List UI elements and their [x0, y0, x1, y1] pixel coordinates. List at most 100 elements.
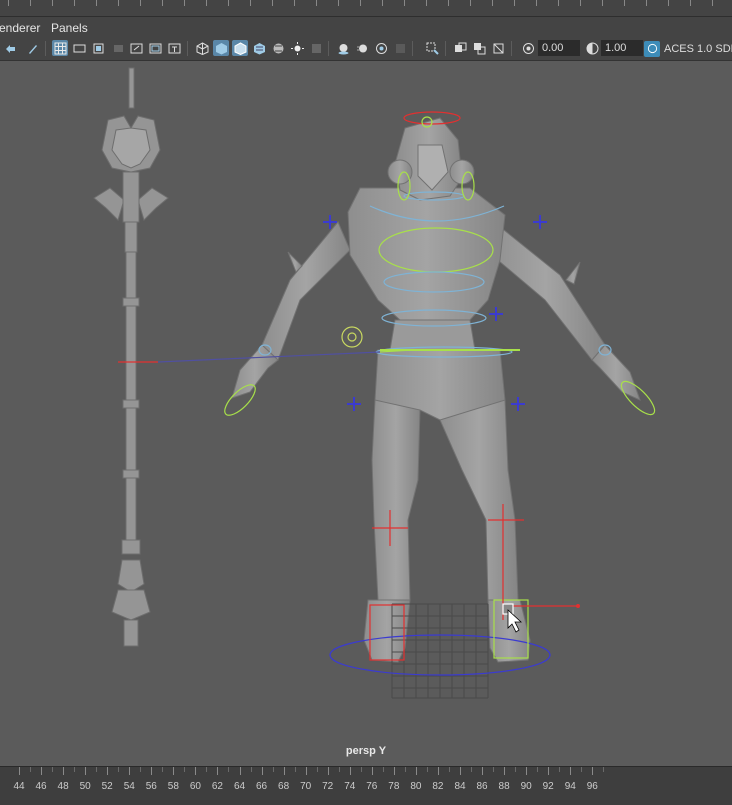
- timeline-frame-label: 70: [300, 781, 312, 792]
- top-strip-tick: [96, 0, 97, 6]
- timeline-tick: [305, 767, 307, 775]
- film-gate-icon[interactable]: [71, 40, 87, 56]
- xray-joints-icon[interactable]: [490, 40, 506, 56]
- timeline-minor-tick: [294, 767, 296, 772]
- timeline-frame-label: 62: [211, 781, 223, 792]
- timeline-tick: [327, 767, 329, 775]
- color-space-label: ACES 1.0 SDR: [664, 42, 732, 55]
- timeline-minor-tick: [382, 767, 384, 772]
- timeline-frame-label: 80: [410, 781, 422, 792]
- timeline-minor-tick: [316, 767, 318, 772]
- top-strip-tick: [536, 0, 537, 6]
- color-management-control[interactable]: ACES 1.0 SDR: [644, 40, 732, 57]
- gamma-field[interactable]: 1.00: [601, 40, 643, 56]
- timeline-frame-label: 78: [388, 781, 400, 792]
- timeline-frame-label: 92: [542, 781, 554, 792]
- timeline-minor-tick: [537, 767, 539, 772]
- timeline-minor-tick: [471, 767, 473, 772]
- timeline-frame-label: 58: [167, 781, 179, 792]
- menu-renderer[interactable]: enderer: [0, 21, 40, 35]
- top-strip-tick: [712, 0, 713, 6]
- timeline-minor-tick: [30, 767, 32, 772]
- top-strip-tick: [228, 0, 229, 6]
- timeline-minor-tick: [515, 767, 517, 772]
- top-strip-tick: [646, 0, 647, 6]
- shadows-icon[interactable]: [308, 40, 324, 56]
- top-strip-tick: [602, 0, 603, 6]
- top-strip-tick: [30, 0, 31, 6]
- top-strip-tick: [558, 0, 559, 6]
- isolate-select-icon[interactable]: [424, 40, 440, 56]
- smooth-shade-icon[interactable]: [213, 40, 229, 56]
- timeline-tick: [504, 767, 506, 775]
- top-strip-tick: [426, 0, 427, 6]
- top-strip-tick: [272, 0, 273, 6]
- timeline-minor-tick: [448, 767, 450, 772]
- ambient-occlusion-icon[interactable]: [335, 40, 351, 56]
- timeline-frame-label: 50: [79, 781, 91, 792]
- timeline-minor-tick: [52, 767, 54, 772]
- timeline-tick: [19, 767, 20, 775]
- timeline-frame-label: 60: [189, 781, 201, 792]
- timeline-tick: [173, 767, 175, 775]
- textured-icon[interactable]: [251, 40, 267, 56]
- field-chart-icon[interactable]: [128, 40, 144, 56]
- timeline-minor-tick: [493, 767, 495, 772]
- timeline-minor-tick: [404, 767, 406, 772]
- time-slider[interactable]: 44 46 48 50 52 54 56 58 60 62 64 66 68 70 72 74 76 78 80 82…: [0, 766, 732, 805]
- multisample-aa-icon[interactable]: [373, 40, 389, 56]
- timeline-minor-tick: [338, 767, 340, 772]
- gate-mask-icon[interactable]: [110, 40, 126, 56]
- checker-lights-icon[interactable]: [270, 40, 286, 56]
- timeline-tick: [548, 767, 550, 775]
- timeline-tick: [526, 767, 528, 775]
- timeline-minor-tick: [581, 767, 583, 772]
- bookmark-pencil-icon[interactable]: [24, 40, 40, 56]
- resolution-gate-icon[interactable]: [90, 40, 106, 56]
- top-strip-tick: [8, 0, 9, 6]
- timeline-tick: [151, 767, 153, 775]
- timeline-minor-tick: [74, 767, 76, 772]
- xray-icon[interactable]: [452, 40, 468, 56]
- camera-attributes-icon[interactable]: [2, 40, 18, 56]
- top-strip-tick: [74, 0, 75, 6]
- gamma-icon[interactable]: [584, 40, 600, 56]
- wireframe-on-shaded-icon[interactable]: [232, 40, 248, 56]
- top-strip-tick: [162, 0, 163, 6]
- color-management-icon[interactable]: [644, 40, 660, 57]
- timeline-minor-tick: [272, 767, 274, 772]
- wireframe-cube-icon[interactable]: [194, 40, 210, 56]
- timeline-tick: [592, 767, 594, 775]
- exposure-icon[interactable]: [520, 40, 536, 56]
- xray-active-components-icon[interactable]: [471, 40, 487, 56]
- timeline-frame-label: 44: [13, 781, 25, 792]
- top-strip-tick: [448, 0, 449, 6]
- timeline-minor-tick: [360, 767, 362, 772]
- safe-action-icon[interactable]: [147, 40, 163, 56]
- top-strip-tick: [294, 0, 295, 6]
- top-strip-tick: [668, 0, 669, 6]
- grid-toggle-icon[interactable]: [52, 40, 68, 56]
- timeline-frame-label: 76: [366, 781, 378, 792]
- timeline-frame-label: 54: [123, 781, 135, 792]
- timeline-frame-label: 86: [476, 781, 488, 792]
- use-all-lights-icon[interactable]: [289, 40, 305, 56]
- timeline-tick: [217, 767, 219, 775]
- timeline-minor-tick: [118, 767, 120, 772]
- top-strip-tick: [470, 0, 471, 6]
- perspective-viewport[interactable]: persp Y: [0, 61, 732, 766]
- safe-title-icon[interactable]: [166, 40, 182, 56]
- depth-of-field-icon[interactable]: [392, 40, 408, 56]
- timeline-frame-label: 64: [233, 781, 246, 792]
- exposure-field[interactable]: 0.00: [538, 40, 580, 56]
- top-strip-tick: [624, 0, 625, 6]
- top-strip-tick: [580, 0, 581, 6]
- timeline-frame-label: 46: [35, 781, 47, 792]
- top-strip-tick: [514, 0, 515, 6]
- timeline-frame-label: 90: [520, 781, 532, 792]
- menu-panels[interactable]: Panels: [51, 21, 88, 35]
- timeline-frame-label: 74: [344, 781, 356, 792]
- timeline-minor-tick: [206, 767, 208, 772]
- motion-blur-icon[interactable]: [354, 40, 370, 56]
- timeline-tick: [415, 767, 417, 775]
